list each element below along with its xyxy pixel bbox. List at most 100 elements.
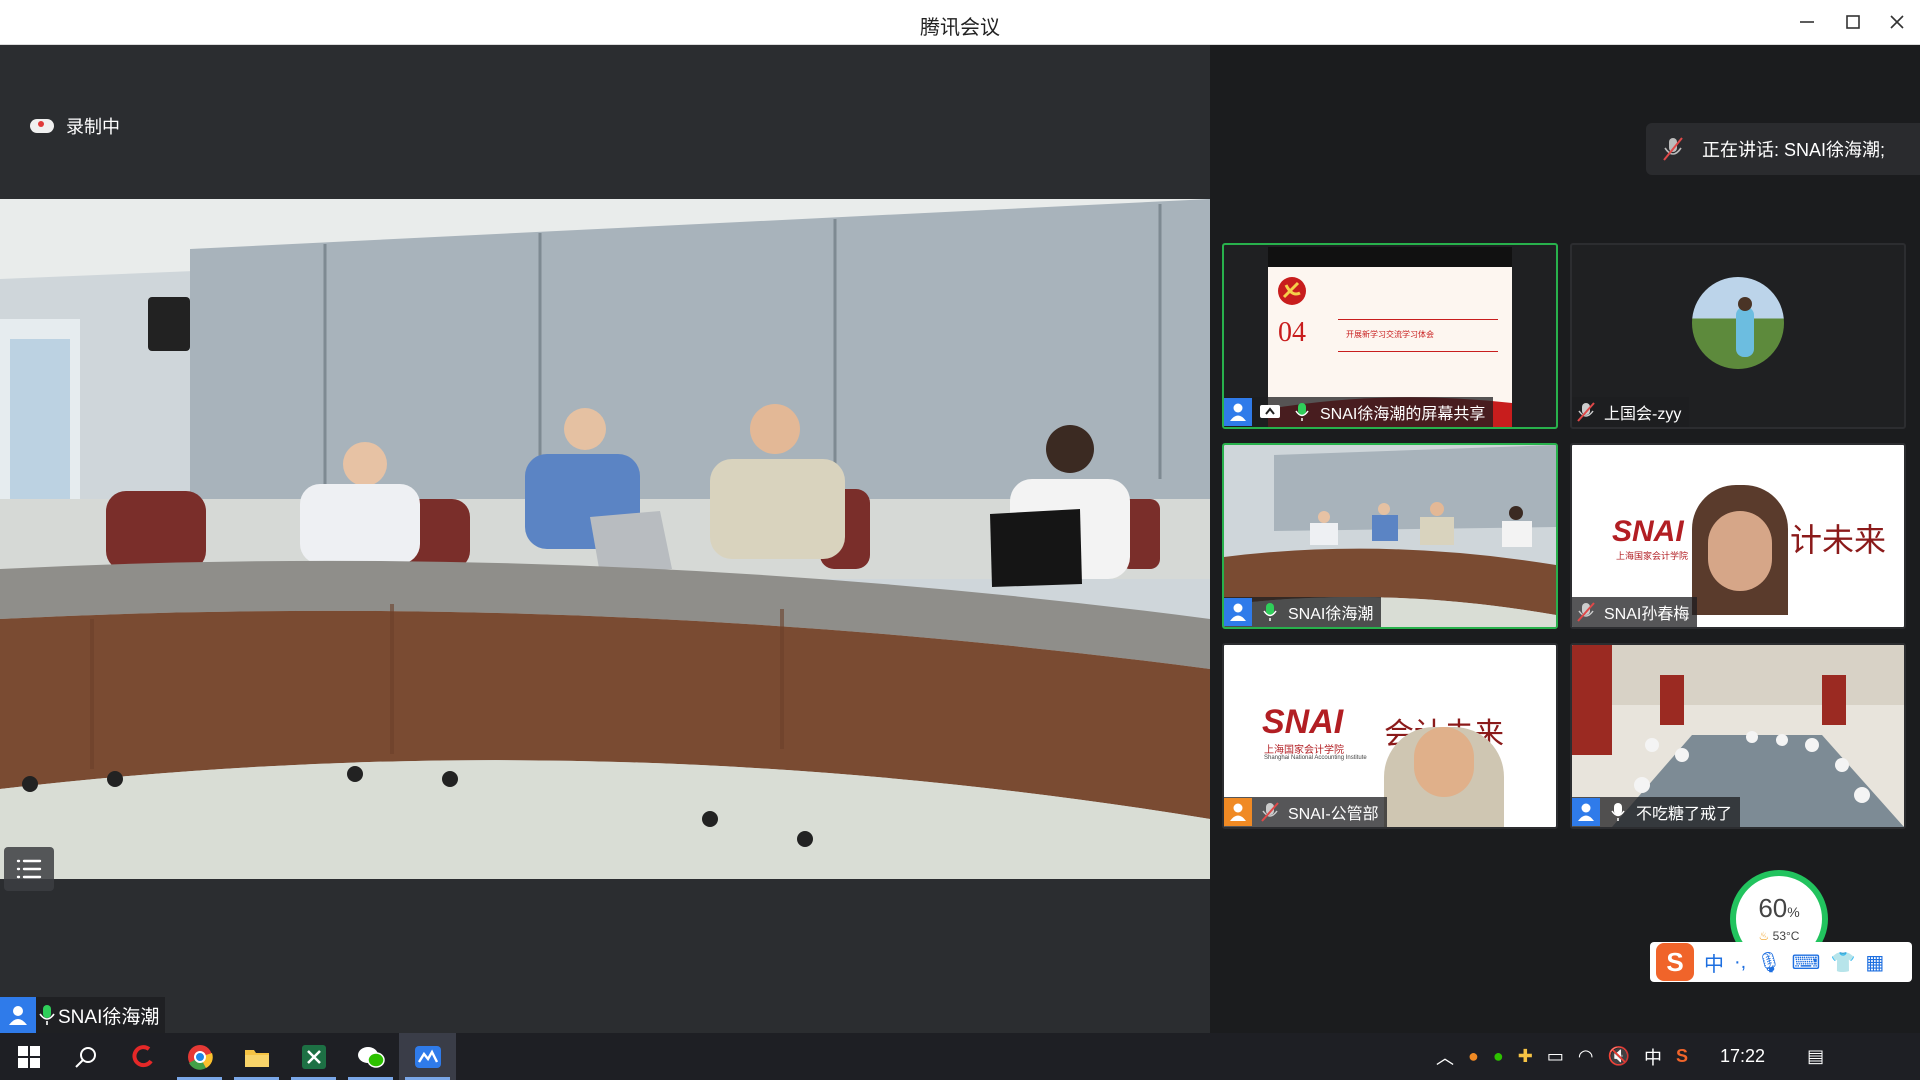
- conference-room-scene: [0, 199, 1210, 879]
- video-tile-zyy[interactable]: 上国会-zyy: [1570, 243, 1906, 429]
- tile-name: SNAI-公管部: [1288, 806, 1379, 823]
- taskbar: ︿ ● ● ✚ ▭ ◠ 🔇 中 S 17:22 ▤: [0, 1033, 1920, 1080]
- video-tile-buchitang[interactable]: 不吃糖了戒了: [1570, 643, 1906, 829]
- video-tile-sunchunmei[interactable]: SNAI 上海国家会计学院 计未来 SNAI孙春梅: [1570, 443, 1906, 629]
- user-icon: [1224, 798, 1252, 826]
- taskbar-excel[interactable]: [285, 1033, 342, 1080]
- participant-person: [1384, 727, 1504, 827]
- tile-name-bar: 不吃糖了戒了: [1572, 797, 1741, 827]
- mic-on-icon: [36, 1002, 58, 1028]
- start-button[interactable]: [0, 1033, 57, 1080]
- banner-subtitle: 上海国家会计学院: [1264, 745, 1344, 756]
- tile-name: SNAI徐海潮的屏幕共享: [1320, 406, 1486, 423]
- banner-subtitle: 上海国家会计学院: [1616, 551, 1689, 561]
- banner-subtitle-en: Shanghai National Accounting Institute: [1264, 755, 1367, 761]
- sogou-logo-icon[interactable]: S: [1656, 943, 1694, 981]
- video-tile-room[interactable]: SNAI徐海潮: [1222, 443, 1558, 629]
- taskbar-chrome[interactable]: [171, 1033, 228, 1080]
- tile-name-bar: SNAI徐海潮的屏幕共享: [1224, 397, 1494, 427]
- notification-icon[interactable]: ▤: [1807, 1046, 1824, 1067]
- tray-app-icon[interactable]: ●: [1468, 1046, 1479, 1067]
- slide-number: 04: [1278, 317, 1306, 348]
- tray-sogou-icon[interactable]: S: [1676, 1046, 1688, 1067]
- battery-icon[interactable]: ▭: [1547, 1046, 1564, 1067]
- snai-logo: SNAI: [1612, 515, 1684, 548]
- participant-person: [1692, 485, 1788, 615]
- avatar: [1692, 277, 1784, 369]
- ime-mode[interactable]: 中: [1704, 948, 1724, 977]
- taskbar-wechat[interactable]: [342, 1033, 399, 1080]
- tray-ime-lang[interactable]: 中: [1644, 1044, 1662, 1070]
- tencent-meeting-icon: [414, 1045, 441, 1068]
- excel-icon: [301, 1044, 326, 1069]
- minimize-button[interactable]: [1790, 6, 1824, 38]
- volume-muted-icon[interactable]: 🔇: [1608, 1046, 1630, 1067]
- tile-name: 不吃糖了戒了: [1636, 806, 1733, 823]
- thermometer-icon: ♨: [1758, 929, 1770, 943]
- ime-punct[interactable]: ·,: [1734, 951, 1746, 974]
- close-button[interactable]: [1880, 6, 1914, 38]
- main-video[interactable]: [0, 199, 1210, 879]
- screen-share-icon: [1256, 398, 1284, 426]
- title-bar: 腾讯会议: [0, 0, 1920, 45]
- participant-list-button[interactable]: [4, 847, 54, 891]
- wifi-icon[interactable]: ◠: [1578, 1046, 1594, 1067]
- snai-logo: SNAI: [1262, 703, 1344, 741]
- user-icon: [0, 997, 36, 1033]
- tile-name-bar: SNAI孙春梅: [1572, 597, 1698, 627]
- maximize-button[interactable]: [1836, 6, 1870, 38]
- minimize-icon: [1800, 21, 1814, 23]
- app-red-icon: [132, 1044, 153, 1067]
- taskbar-explorer[interactable]: [228, 1033, 285, 1080]
- tray-wechat-icon[interactable]: ●: [1493, 1046, 1504, 1067]
- folder-icon: [244, 1049, 269, 1067]
- ime-toolbar[interactable]: S 中 ·, 🎙 ⌨ 👕 ▦: [1650, 942, 1912, 982]
- clock[interactable]: 17:22: [1720, 1046, 1765, 1067]
- mic-muted-icon: [1572, 598, 1600, 626]
- main-stage: 录制中 SNAI徐海潮: [0, 45, 1210, 1033]
- main-speaker-label: SNAI徐海潮: [0, 997, 166, 1033]
- mic-muted-icon: [1663, 137, 1683, 161]
- tile-name: 上国会-zyy: [1604, 406, 1682, 423]
- gauge-unit: %: [1787, 904, 1800, 920]
- speaking-indicator: 正在讲话: SNAI徐海潮;: [1646, 123, 1920, 175]
- ime-voice-icon[interactable]: 🎙: [1756, 950, 1781, 975]
- slide-text: 开展新学习交流学习体会: [1346, 330, 1434, 339]
- tile-name: SNAI孙春梅: [1604, 606, 1690, 623]
- speaking-label: 正在讲话: SNAI徐海潮;: [1702, 140, 1886, 160]
- recording-label: 录制中: [66, 117, 120, 137]
- video-tile-gongguanbu[interactable]: SNAI 上海国家会计学院 Shanghai National Accounti…: [1222, 643, 1558, 829]
- main-speaker-name: SNAI徐海潮: [58, 1006, 160, 1028]
- mic-muted-icon: [1572, 398, 1600, 426]
- cloud-record-icon: [30, 119, 54, 133]
- mic-muted-icon: [1256, 798, 1284, 826]
- gauge-percent: 60: [1758, 893, 1788, 923]
- list-icon: [16, 859, 42, 879]
- ime-skin-icon[interactable]: 👕: [1830, 950, 1855, 975]
- ime-toolbox-icon[interactable]: ▦: [1865, 950, 1884, 975]
- ime-keyboard-icon[interactable]: ⌨: [1792, 950, 1821, 975]
- tray-overflow-icon[interactable]: ︿: [1436, 1044, 1454, 1070]
- search-icon: [74, 1046, 96, 1068]
- video-tile-screen-share[interactable]: 04 开展新学习交流学习体会 SNAI徐海潮的屏幕共享: [1222, 243, 1558, 429]
- mic-on-icon: [1288, 398, 1316, 426]
- chrome-icon: [187, 1044, 213, 1070]
- window-title: 腾讯会议: [920, 17, 1000, 39]
- tile-name: SNAI徐海潮: [1288, 606, 1374, 623]
- party-emblem-icon: [1278, 277, 1306, 305]
- user-icon: [1572, 798, 1600, 826]
- maximize-icon: [1846, 15, 1860, 29]
- user-icon: [1224, 398, 1252, 426]
- mic-icon: [1604, 798, 1632, 826]
- taskbar-app-red[interactable]: [114, 1033, 171, 1080]
- tile-name-bar: SNAI徐海潮: [1224, 597, 1382, 627]
- tile-name-bar: 上国会-zyy: [1572, 397, 1690, 427]
- tile-name-bar: SNAI-公管部: [1224, 797, 1387, 827]
- tray-plus-icon[interactable]: ✚: [1518, 1046, 1533, 1067]
- close-icon: [1890, 15, 1904, 29]
- recording-indicator[interactable]: 录制中: [30, 113, 120, 139]
- search-button[interactable]: [57, 1033, 114, 1080]
- banner-slogan: 计未来: [1790, 521, 1887, 559]
- wechat-icon: [357, 1046, 385, 1068]
- taskbar-tencent-meeting[interactable]: [399, 1033, 456, 1080]
